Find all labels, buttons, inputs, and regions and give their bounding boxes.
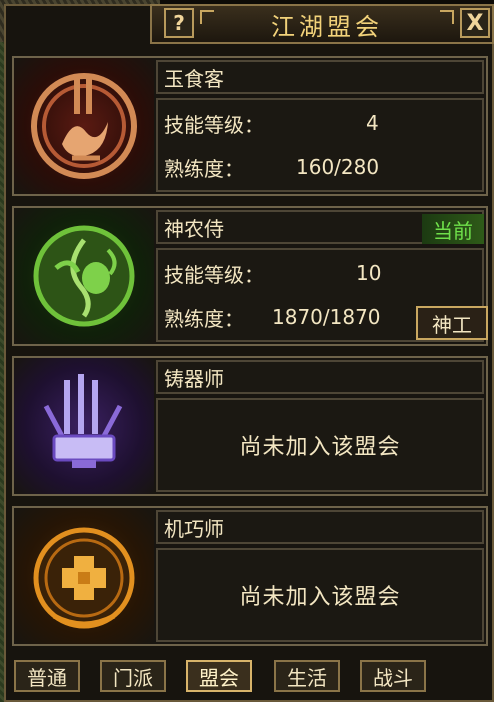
not-joined-text: 尚未加入该盟会 xyxy=(239,585,401,610)
tab-sect[interactable]: 门派 xyxy=(100,660,166,692)
guild-name: 铸器师 xyxy=(156,360,484,394)
not-joined-text: 尚未加入该盟会 xyxy=(239,435,401,460)
chef-emblem-icon xyxy=(14,58,154,194)
proficiency-value: 1870/1870 xyxy=(272,305,381,329)
guild-name: 机巧师 xyxy=(156,510,484,544)
skill-level-row: 技能等级： 4 xyxy=(164,108,484,138)
shengong-button[interactable]: 神工 xyxy=(416,306,488,340)
tab-guild[interactable]: 盟会 xyxy=(186,660,252,692)
skill-level-label: 技能等级： xyxy=(164,112,264,137)
current-status-badge: 当前 xyxy=(422,214,484,244)
guild-card-blacksmith: 铸器师 尚未加入该盟会 xyxy=(12,356,488,496)
blacksmith-emblem-icon xyxy=(14,358,154,494)
guild-info: 尚未加入该盟会 xyxy=(156,398,484,492)
guild-name: 玉食客 xyxy=(156,60,484,94)
guild-info: 技能等级： 4 熟练度： 160/280 xyxy=(156,98,484,192)
guild-card-engineer: 机巧师 尚未加入该盟会 xyxy=(12,506,488,646)
proficiency-value: 160/280 xyxy=(296,155,380,179)
herbalist-emblem-icon xyxy=(14,208,154,344)
guild-card-chef: 玉食客 技能等级： 4 熟练度： 160/280 xyxy=(12,56,488,196)
engineer-emblem-icon xyxy=(14,508,154,644)
skill-level-row: 技能等级： 10 xyxy=(164,258,484,288)
tab-battle[interactable]: 战斗 xyxy=(360,660,426,692)
chat-tab-bar: 普通 门派 盟会 生活 战斗 xyxy=(12,656,494,702)
skill-level-value: 10 xyxy=(356,261,382,285)
skill-level-value: 4 xyxy=(366,111,379,135)
window-title: 江湖盟会 xyxy=(271,12,383,41)
tab-normal[interactable]: 普通 xyxy=(14,660,80,692)
close-button[interactable]: X xyxy=(460,8,490,38)
proficiency-row: 熟练度： 160/280 xyxy=(164,152,484,182)
guild-card-herbalist: 神农侍 当前 技能等级： 10 熟练度： 1870/1870 神工 xyxy=(12,206,488,346)
proficiency-label: 熟练度： xyxy=(164,306,244,331)
skill-level-label: 技能等级： xyxy=(164,262,264,287)
proficiency-label: 熟练度： xyxy=(164,156,244,181)
guild-info: 尚未加入该盟会 xyxy=(156,548,484,642)
help-button[interactable]: ? xyxy=(164,8,194,38)
tab-life[interactable]: 生活 xyxy=(274,660,340,692)
